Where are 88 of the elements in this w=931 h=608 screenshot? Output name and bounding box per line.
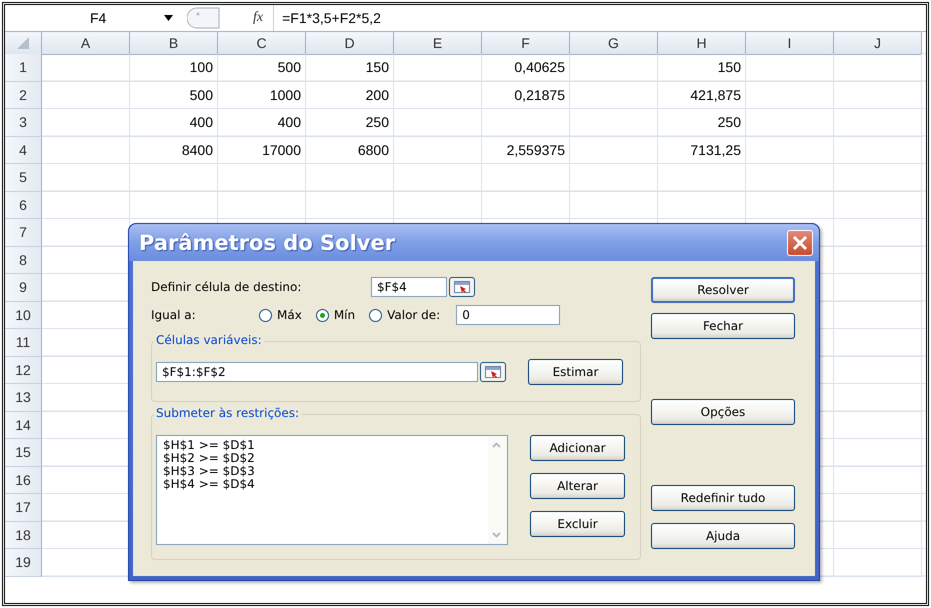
range-select-icon	[485, 366, 501, 378]
row-header[interactable]: 14	[5, 412, 42, 439]
range-select-button[interactable]	[480, 362, 506, 382]
row-header[interactable]: 17	[5, 494, 42, 522]
table-cell: 0,40625	[482, 54, 570, 82]
range-select-icon	[454, 281, 470, 293]
resize-grip-icon[interactable]	[187, 7, 221, 29]
table-cell: 100	[130, 54, 218, 82]
constraint-button[interactable]: Adicionar	[530, 435, 625, 461]
table-cell: 421,875	[658, 82, 746, 109]
column-header[interactable]: A	[42, 32, 130, 55]
dropdown-icon[interactable]	[164, 15, 173, 21]
table-cell: 400	[130, 109, 218, 136]
constraint-item[interactable]: $H$3 >= $D$3	[163, 465, 482, 478]
row-header[interactable]: 6	[5, 192, 42, 219]
row-header[interactable]: 2	[5, 82, 42, 109]
row-header[interactable]: 8	[5, 246, 42, 274]
column-header[interactable]: I	[746, 32, 834, 55]
constraint-item[interactable]: $H$1 >= $D$1	[163, 439, 482, 452]
dialog-button[interactable]: Resolver	[651, 277, 795, 303]
constraint-item[interactable]: $H$4 >= $D$4	[163, 478, 482, 491]
dialog-title: Parâmetros do Solver	[139, 230, 396, 254]
row-header[interactable]: 16	[5, 466, 42, 494]
function-label: fx	[253, 10, 264, 26]
formula-field[interactable]: =F1*3,5+F2*5,2	[273, 5, 926, 31]
row-header[interactable]: 12	[5, 356, 42, 384]
radio-option[interactable]: Mín	[316, 308, 356, 322]
dialog-button[interactable]: Ajuda	[651, 523, 795, 549]
dialog-button[interactable]: Fechar	[651, 313, 795, 339]
equal-to-label: Igual a:	[151, 308, 197, 322]
target-cell-field[interactable]: $F$4	[371, 277, 447, 297]
table-cell: 2,559375	[482, 136, 570, 164]
row-header[interactable]: 10	[5, 302, 42, 329]
column-header[interactable]: H	[658, 32, 746, 55]
row-header[interactable]: 18	[5, 522, 42, 549]
group-legend: Submeter às restrições:	[154, 406, 302, 420]
constraints-list[interactable]: $H$1 >= $D$1 $H$2 >= $D$2 $H$3 >= $D$3 $H$4 >= $D$4	[156, 435, 508, 545]
close-button[interactable]	[787, 230, 813, 256]
group-legend: Células variáveis:	[154, 333, 264, 347]
table-cell: 0,21875	[482, 82, 570, 109]
target-label: Definir célula de destino:	[151, 280, 302, 294]
table-cell: 17000	[218, 136, 306, 164]
column-header[interactable]: C	[218, 32, 306, 55]
radio-button[interactable]	[316, 308, 329, 322]
row-header[interactable]: 13	[5, 384, 42, 412]
row-header[interactable]: 1	[5, 54, 42, 82]
radio-button[interactable]	[369, 308, 382, 322]
row-header[interactable]: 19	[5, 549, 42, 576]
table-cell: 500	[218, 54, 306, 82]
table-cell: 8400	[130, 136, 218, 164]
table-cell: 500	[130, 82, 218, 109]
table-cell: 250	[306, 109, 394, 136]
row-header[interactable]: 5	[5, 164, 42, 192]
row-header[interactable]: 7	[5, 219, 42, 246]
table-cell: 400	[218, 109, 306, 136]
column-header[interactable]: B	[130, 32, 218, 55]
constraint-button[interactable]: Excluir	[530, 511, 625, 537]
column-header[interactable]: G	[570, 32, 658, 55]
row-header[interactable]: 4	[5, 136, 42, 164]
corner-triangle-icon	[17, 37, 29, 49]
table-cell: 1000	[218, 82, 306, 109]
dialog-button[interactable]: Opções	[651, 399, 795, 425]
range-select-button[interactable]	[449, 277, 475, 297]
row-header[interactable]: 15	[5, 439, 42, 466]
column-header[interactable]: J	[834, 32, 922, 55]
row-header[interactable]: 11	[5, 329, 42, 356]
radio-button[interactable]	[259, 308, 272, 322]
table-cell: 150	[658, 54, 746, 82]
column-header[interactable]: E	[394, 32, 482, 55]
table-cell: 250	[658, 109, 746, 136]
constraint-item[interactable]: $H$2 >= $D$2	[163, 452, 482, 465]
table-cell: 7131,25	[658, 136, 746, 164]
row-header[interactable]: 9	[5, 274, 42, 302]
constraint-button[interactable]: Alterar	[530, 473, 625, 499]
table-cell: 6800	[306, 136, 394, 164]
close-icon	[792, 234, 808, 250]
radio-option[interactable]: Máx	[259, 308, 302, 322]
radio-option[interactable]: Valor de:	[369, 308, 440, 322]
row-header[interactable]: 3	[5, 109, 42, 136]
dialog-button[interactable]: Redefinir tudo	[651, 485, 795, 511]
estimate-button[interactable]: Estimar	[528, 359, 623, 385]
table-cell: 200	[306, 82, 394, 109]
name-box[interactable]: F4	[5, 7, 181, 29]
variable-cells-field[interactable]: $F$1:$F$2	[156, 362, 478, 382]
column-header[interactable]: D	[306, 32, 394, 55]
column-header[interactable]: F	[482, 32, 570, 55]
table-cell: 150	[306, 54, 394, 82]
value-field[interactable]: 0	[456, 305, 560, 325]
